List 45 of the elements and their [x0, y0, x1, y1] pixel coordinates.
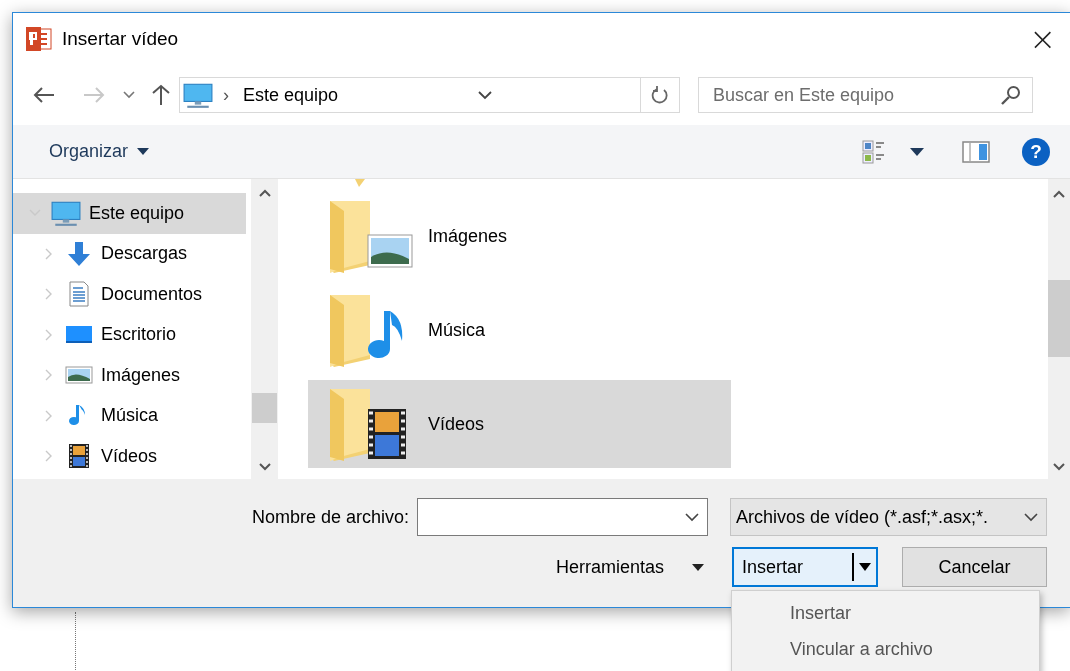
- breadcrumb-item[interactable]: Este equipo: [243, 84, 339, 106]
- chevron-down-icon[interactable]: [123, 91, 135, 99]
- folder-item[interactable]: Imágenes: [308, 192, 731, 280]
- caret-down-icon[interactable]: [910, 147, 924, 156]
- insert-split-button[interactable]: Insertar: [732, 547, 878, 587]
- menu-item[interactable]: Vincular a archivo: [732, 631, 1039, 667]
- scrollbar-thumb[interactable]: [1048, 280, 1070, 357]
- scrollbar-thumb[interactable]: [252, 393, 277, 423]
- tools-menu-button[interactable]: Herramientas: [555, 556, 704, 578]
- folder-item[interactable]: Música: [308, 286, 731, 374]
- cancel-button[interactable]: Cancelar: [902, 547, 1047, 587]
- folder-item[interactable]: Vídeos: [308, 380, 731, 468]
- download-arrow-icon: [65, 239, 93, 268]
- up-arrow-icon[interactable]: [151, 84, 171, 106]
- breadcrumb-separator: ›: [223, 84, 229, 106]
- tree-item[interactable]: Este equipo: [13, 193, 246, 234]
- help-button[interactable]: ?: [1022, 137, 1050, 166]
- close-button[interactable]: ×: [1023, 23, 1062, 55]
- tree-item[interactable]: Vídeos: [13, 436, 246, 477]
- file-name-label: Nombre de archivo:: [251, 506, 409, 528]
- file-type-dropdown[interactable]: Archivos de vídeo (*.asf;*.asx;*.: [730, 498, 1047, 536]
- organize-menu-button[interactable]: Organizar: [43, 140, 156, 163]
- file-name-field[interactable]: [417, 498, 708, 536]
- chevron-down-icon: [1024, 512, 1038, 522]
- refresh-icon[interactable]: [651, 85, 669, 105]
- scrollbar[interactable]: [251, 179, 278, 479]
- presentation-app-icon: [25, 26, 53, 52]
- preview-pane-icon[interactable]: [962, 140, 990, 163]
- address-bar[interactable]: › Este equipo: [179, 77, 680, 113]
- caret-down-icon: [137, 148, 150, 155]
- chevron-down-icon[interactable]: [685, 512, 699, 522]
- tree-item[interactable]: Imágenes: [13, 355, 246, 396]
- chevron-down-icon[interactable]: [478, 90, 493, 100]
- menu-item[interactable]: Insertar: [732, 595, 1039, 631]
- scrollbar[interactable]: [1048, 179, 1070, 479]
- window-title: Insertar vídeo: [62, 28, 179, 50]
- tree-item[interactable]: Escritorio: [13, 314, 246, 355]
- search-icon: [1001, 85, 1021, 105]
- back-arrow-icon[interactable]: [33, 86, 55, 104]
- caret-down-icon: [692, 563, 704, 571]
- search-field[interactable]: Buscar en Este equipo: [698, 77, 1033, 113]
- tree-item[interactable]: Documentos: [13, 274, 246, 315]
- tree-item[interactable]: Música: [13, 395, 246, 436]
- caret-down-icon[interactable]: [859, 563, 871, 571]
- tree-item[interactable]: Descargas: [13, 233, 246, 274]
